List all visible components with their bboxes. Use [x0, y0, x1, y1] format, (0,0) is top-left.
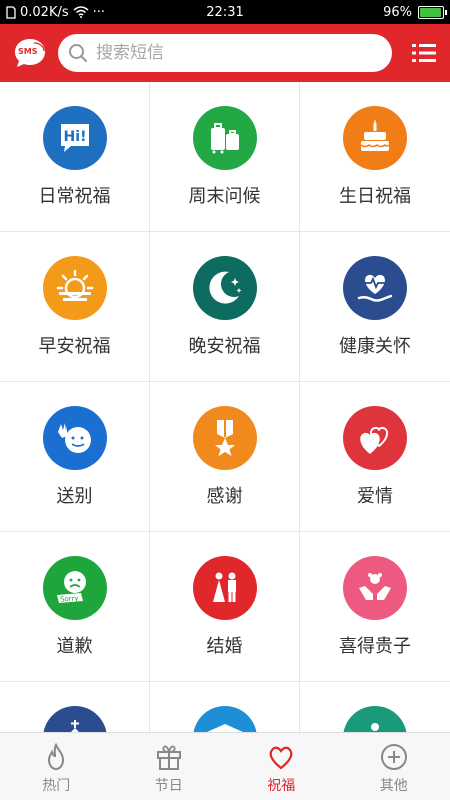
category-birthday[interactable]: 生日祝福 [300, 82, 450, 232]
battery-percent: 96% [383, 4, 412, 20]
plus-circle-icon [380, 744, 407, 770]
svg-text:Hi!: Hi! [63, 129, 86, 145]
category-weekend[interactable]: 周末问候 [150, 82, 300, 232]
search-input[interactable] [96, 43, 356, 63]
medal-icon [192, 406, 257, 470]
battery-icon [418, 5, 447, 19]
gift-icon [156, 745, 181, 770]
status-dots: ··· [92, 4, 106, 20]
category-label: 喜得贵子 [339, 636, 411, 657]
sms-logo-icon[interactable]: SMS [12, 35, 48, 71]
status-left: 0.02K/s ··· [6, 5, 166, 20]
sunrise-icon [42, 256, 107, 320]
network-speed: 0.02K/s [20, 4, 69, 20]
category-thanks[interactable]: 感谢 [150, 382, 300, 532]
category-church[interactable] [0, 682, 150, 732]
moon-stars-icon [192, 256, 257, 320]
cake-icon [343, 106, 407, 170]
search-bar[interactable] [58, 34, 392, 72]
category-label: 日常祝福 [38, 186, 111, 207]
bottom-tab-bar: 热门 节日 祝福 其他 [0, 732, 450, 800]
wifi-icon [73, 6, 89, 18]
tab-other[interactable]: 其他 [338, 733, 450, 800]
category-grid: Hi! 日常祝福 周末问候 生日祝福 早安祝福 晚安祝福 健康关怀 送别 感谢 … [0, 82, 450, 732]
sorry-face-icon: Sorry [42, 556, 107, 620]
heart-icon [269, 746, 293, 770]
sms-logo-text: SMS [18, 47, 38, 56]
wedding-couple-icon [192, 556, 257, 620]
heart-pulse-hand-icon [343, 256, 407, 320]
category-newborn[interactable]: 喜得贵子 [300, 532, 450, 682]
baby-hands-icon [343, 556, 407, 620]
category-night[interactable]: 晚安祝福 [150, 232, 300, 382]
tab-hot[interactable]: 热门 [0, 733, 113, 800]
category-graduation[interactable] [150, 682, 300, 732]
hearts-icon [343, 406, 407, 470]
tab-label: 热门 [42, 778, 71, 794]
category-label: 道歉 [56, 636, 93, 657]
category-wedding[interactable]: 结婚 [150, 532, 300, 682]
category-label: 爱情 [357, 486, 393, 507]
category-label: 健康关怀 [339, 336, 411, 357]
tab-label: 节日 [154, 778, 183, 794]
graduation-cap-icon [192, 706, 257, 732]
person-teal-icon [343, 706, 407, 732]
sorry-sign-text: Sorry [59, 594, 78, 603]
category-label: 晚安祝福 [188, 336, 261, 357]
tab-label: 其他 [379, 778, 408, 794]
battery-fill [420, 7, 442, 17]
app-root: 0.02K/s ··· 22:31 96% SMS 搜索短信 Hi! 日常祝福 … [0, 0, 450, 800]
category-label: 结婚 [206, 636, 243, 657]
list-menu-icon [412, 44, 436, 62]
category-label: 感谢 [206, 486, 243, 507]
status-time: 22:31 [206, 4, 244, 20]
waving-face-icon [42, 406, 107, 470]
category-health[interactable]: 健康关怀 [300, 232, 450, 382]
sim-card-icon [6, 5, 16, 19]
status-bar: 0.02K/s ··· 22:31 96% [0, 0, 450, 24]
luggage-icon [192, 106, 257, 170]
category-person[interactable] [300, 682, 450, 732]
flame-icon [48, 743, 65, 771]
hi-bubble-icon: Hi! [42, 106, 107, 170]
category-farewell[interactable]: 送别 [0, 382, 150, 532]
category-label: 生日祝福 [339, 186, 411, 207]
category-label: 周末问候 [188, 186, 261, 207]
app-header: SMS [0, 24, 450, 82]
tab-festival[interactable]: 节日 [113, 733, 226, 800]
tab-blessing[interactable]: 祝福 [225, 733, 338, 800]
category-morning[interactable]: 早安祝福 [0, 232, 150, 382]
menu-list-button[interactable] [410, 39, 438, 67]
category-daily[interactable]: Hi! 日常祝福 [0, 82, 150, 232]
category-grid-inner: Hi! 日常祝福 周末问候 生日祝福 早安祝福 晚安祝福 健康关怀 送别 感谢 … [0, 82, 450, 732]
tab-label: 祝福 [267, 778, 296, 794]
category-love[interactable]: 爱情 [300, 382, 450, 532]
search-icon [69, 44, 87, 62]
category-label: 送别 [56, 486, 93, 507]
category-label: 早安祝福 [38, 336, 111, 357]
category-apology[interactable]: Sorry 道歉 [0, 532, 150, 682]
status-right: 96% [284, 4, 447, 20]
church-icon [42, 706, 107, 732]
